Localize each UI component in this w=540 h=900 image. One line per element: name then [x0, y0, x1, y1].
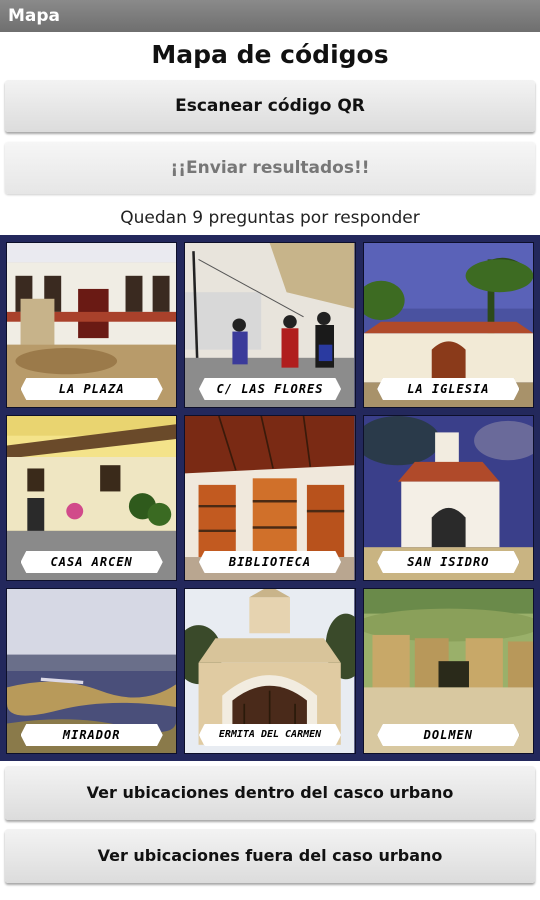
send-results-button[interactable]: ¡¡Enviar resultados!!	[5, 142, 535, 194]
location-tile-dolmen[interactable]: DOLMEN	[362, 588, 534, 754]
locations-grid: LA PLAZA C/ LAS FLORES LA IGLESIA CASA A…	[0, 235, 540, 761]
remaining-questions-text: Quedan 9 preguntas por responder	[120, 208, 420, 228]
location-label: ERMITA DEL CARMEN	[198, 724, 342, 746]
location-label: LA IGLESIA	[377, 378, 520, 400]
location-tile-mirador[interactable]: MIRADOR	[6, 588, 178, 754]
location-label: C/ LAS FLORES	[198, 378, 342, 400]
location-tile-ermita-del-carmen[interactable]: ERMITA DEL CARMEN	[184, 588, 356, 754]
urban-locations-button[interactable]: Ver ubicaciones dentro del casco urbano	[5, 766, 535, 820]
location-tile-la-plaza[interactable]: LA PLAZA	[6, 242, 178, 408]
location-label: MIRADOR	[20, 724, 163, 746]
location-label: LA PLAZA	[20, 378, 163, 400]
location-tile-san-isidro[interactable]: SAN ISIDRO	[362, 415, 534, 581]
location-tile-la-iglesia[interactable]: LA IGLESIA	[362, 242, 534, 408]
app-bar: Mapa	[0, 0, 540, 32]
location-tile-las-flores[interactable]: C/ LAS FLORES	[184, 242, 356, 408]
location-label: DOLMEN	[377, 724, 520, 746]
location-label: SAN ISIDRO	[377, 551, 520, 573]
location-tile-biblioteca[interactable]: BIBLIOTECA	[184, 415, 356, 581]
rural-locations-button[interactable]: Ver ubicaciones fuera del caso urbano	[5, 829, 535, 883]
location-tile-casa-arcen[interactable]: CASA ARCEN	[6, 415, 178, 581]
page-title: Mapa de códigos	[151, 40, 389, 69]
location-label: BIBLIOTECA	[198, 551, 342, 573]
location-label: CASA ARCEN	[20, 551, 163, 573]
scan-qr-button[interactable]: Escanear código QR	[5, 80, 535, 132]
app-bar-title: Mapa	[8, 6, 61, 26]
